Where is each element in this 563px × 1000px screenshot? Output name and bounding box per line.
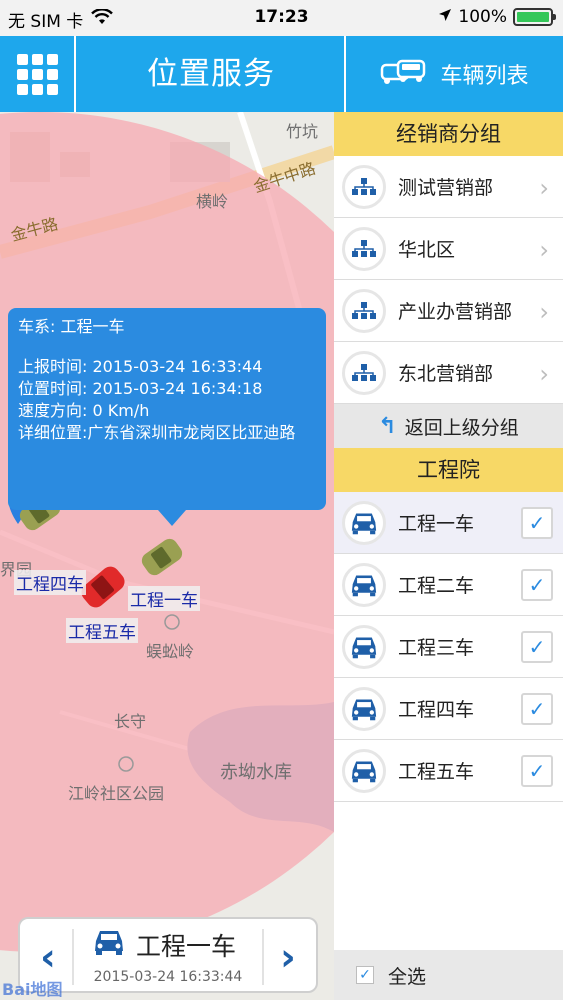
chevron-right-icon: › (539, 298, 549, 326)
vehicle-row[interactable]: 工程五车 ✓ (334, 740, 563, 802)
org-chart-icon (342, 164, 386, 209)
vehicle-row[interactable]: 工程一车 ✓ (334, 492, 563, 554)
chevron-right-icon: › (539, 236, 549, 264)
vehicle-list-button[interactable]: 车辆列表 (344, 36, 563, 112)
map-label-changshou: 长守 (114, 712, 147, 731)
vehicle-checkbox[interactable]: ✓ (521, 693, 553, 725)
group-label: 华北区 (398, 239, 456, 261)
page-title: 位置服务 (147, 56, 275, 92)
vehicle-checkbox[interactable]: ✓ (521, 755, 553, 787)
car-label-1[interactable]: 工程一车 (128, 586, 200, 611)
vehicle-list-label: 车辆列表 (440, 64, 529, 89)
grid-menu-icon (16, 53, 58, 95)
select-all-checkbox[interactable]: ✓ (356, 966, 374, 984)
battery-icon (513, 8, 556, 26)
back-label: 返回上级分组 (404, 416, 519, 439)
group-label: 东北营销部 (398, 363, 494, 385)
popup-series: 车系: 工程一车 (18, 317, 125, 336)
popup-address: 详细位置:广东省深圳市龙岗区比亚迪路 (18, 423, 296, 442)
battery-percent: 100% (458, 7, 507, 27)
chevron-left-icon: ‹ (40, 935, 56, 979)
vehicles-icon (380, 57, 426, 91)
car-icon (342, 624, 386, 669)
chevron-right-icon: › (539, 174, 549, 202)
car-label-5[interactable]: 工程五车 (66, 618, 138, 643)
group-row[interactable]: 测试营销部 › (334, 156, 563, 218)
map-watermark: Bai地图 (2, 980, 63, 999)
grid-menu-button[interactable] (0, 36, 76, 112)
popup-report-time: 上报时间: 2015-03-24 16:33:44 (18, 357, 263, 376)
vehicle-row[interactable]: 工程四车 ✓ (334, 678, 563, 740)
nav-bar: 位置服务 车辆列表 (0, 36, 563, 112)
status-bar: 无 SIM 卡 17:23 100% (0, 0, 563, 36)
map-label-jianglingpark: 江岭社区公园 (68, 784, 165, 803)
vehicle-checkbox[interactable]: ✓ (521, 631, 553, 663)
map-label-hengling: 横岭 (196, 192, 229, 211)
org-chart-icon (342, 226, 386, 271)
car-icon (342, 686, 386, 731)
select-all-toggle[interactable]: ✓ 全选 (334, 950, 563, 1000)
map-view[interactable]: 竹坑 金牛中路 横岭 金牛路 界园 蜈蚣岭 长守 赤坳水库 江岭社区公园 工程四… (0, 112, 334, 1000)
map-label-zhukeng: 竹坑 (286, 122, 319, 141)
vehicle-label: 工程一车 (398, 513, 475, 535)
current-vehicle-name: 工程一车 (136, 932, 237, 961)
institute-header: 工程院 (334, 448, 563, 492)
vehicle-label: 工程四车 (398, 699, 475, 721)
vehicle-row[interactable]: 工程三车 ✓ (334, 616, 563, 678)
vehicle-info-popup[interactable]: 车系: 工程一车 上报时间: 2015-03-24 16:33:44 位置时间:… (8, 308, 326, 526)
org-chart-icon (342, 350, 386, 395)
return-arrow-icon: ↰ (378, 413, 397, 439)
map-label-wugongling: 蜈蚣岭 (146, 642, 195, 661)
current-vehicle-time: 2015-03-24 16:33:44 (93, 969, 243, 985)
back-to-parent-group-button[interactable]: ↰ 返回上级分组 (334, 404, 563, 448)
car-icon (342, 748, 386, 793)
car-icon (92, 927, 126, 963)
car-icon (342, 500, 386, 545)
vehicle-label: 工程五车 (398, 761, 475, 783)
dealer-group-header: 经销商分组 (334, 112, 563, 156)
org-chart-icon (342, 288, 386, 333)
group-label: 产业办营销部 (398, 301, 513, 323)
group-row[interactable]: 产业办营销部 › (334, 280, 563, 342)
popup-speed: 速度方向: 0 Km/h (18, 401, 150, 420)
car-icon (342, 562, 386, 607)
car-label-4[interactable]: 工程四车 (14, 570, 86, 595)
vehicle-checkbox[interactable]: ✓ (521, 507, 553, 539)
vehicle-checkbox[interactable]: ✓ (521, 569, 553, 601)
next-vehicle-button[interactable]: › (262, 929, 312, 985)
select-all-label: 全选 (388, 965, 427, 988)
map-background (0, 112, 334, 952)
chevron-right-icon: › (539, 360, 549, 388)
chevron-right-icon: › (280, 935, 296, 979)
vehicle-panel: 经销商分组 测试营销部 › 华北区 › 产业办营销部 › 东北营销部 › ↰ 返… (334, 112, 563, 1000)
group-label: 测试营销部 (398, 177, 494, 199)
vehicle-label: 工程二车 (398, 575, 475, 597)
group-row[interactable]: 华北区 › (334, 218, 563, 280)
vehicle-switcher: ‹ 工程一车 2015-03-24 16:33:44 › (18, 917, 318, 993)
vehicle-row[interactable]: 工程二车 ✓ (334, 554, 563, 616)
location-arrow-icon (438, 7, 452, 27)
vehicle-label: 工程三车 (398, 637, 475, 659)
group-row[interactable]: 东北营销部 › (334, 342, 563, 404)
map-label-chiaoshuiku: 赤坳水库 (220, 762, 292, 783)
popup-position-time: 位置时间: 2015-03-24 16:34:18 (18, 379, 263, 398)
